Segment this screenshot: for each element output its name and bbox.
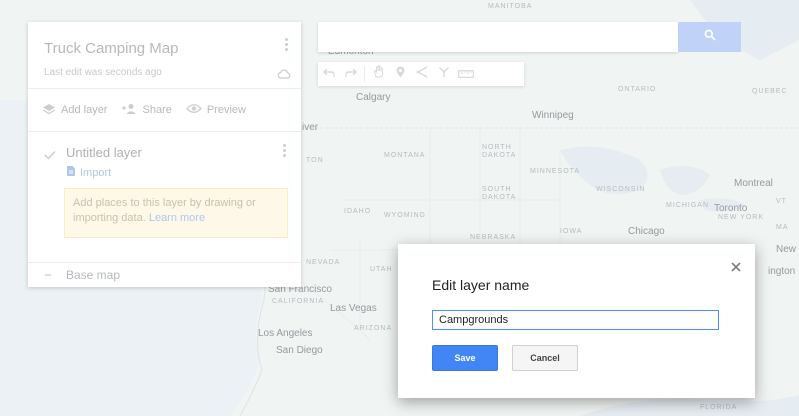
close-icon[interactable] xyxy=(729,260,743,274)
dialog-title: Edit layer name xyxy=(432,277,530,293)
save-button[interactable]: Save xyxy=(432,345,498,371)
app-stage: MANITOBA Edmonton Calgary ONTARIO QUEBEC… xyxy=(0,0,799,416)
cancel-button[interactable]: Cancel xyxy=(512,345,578,371)
edit-layer-name-dialog: Edit layer name Save Cancel xyxy=(398,244,755,398)
layer-name-input[interactable] xyxy=(432,310,719,330)
